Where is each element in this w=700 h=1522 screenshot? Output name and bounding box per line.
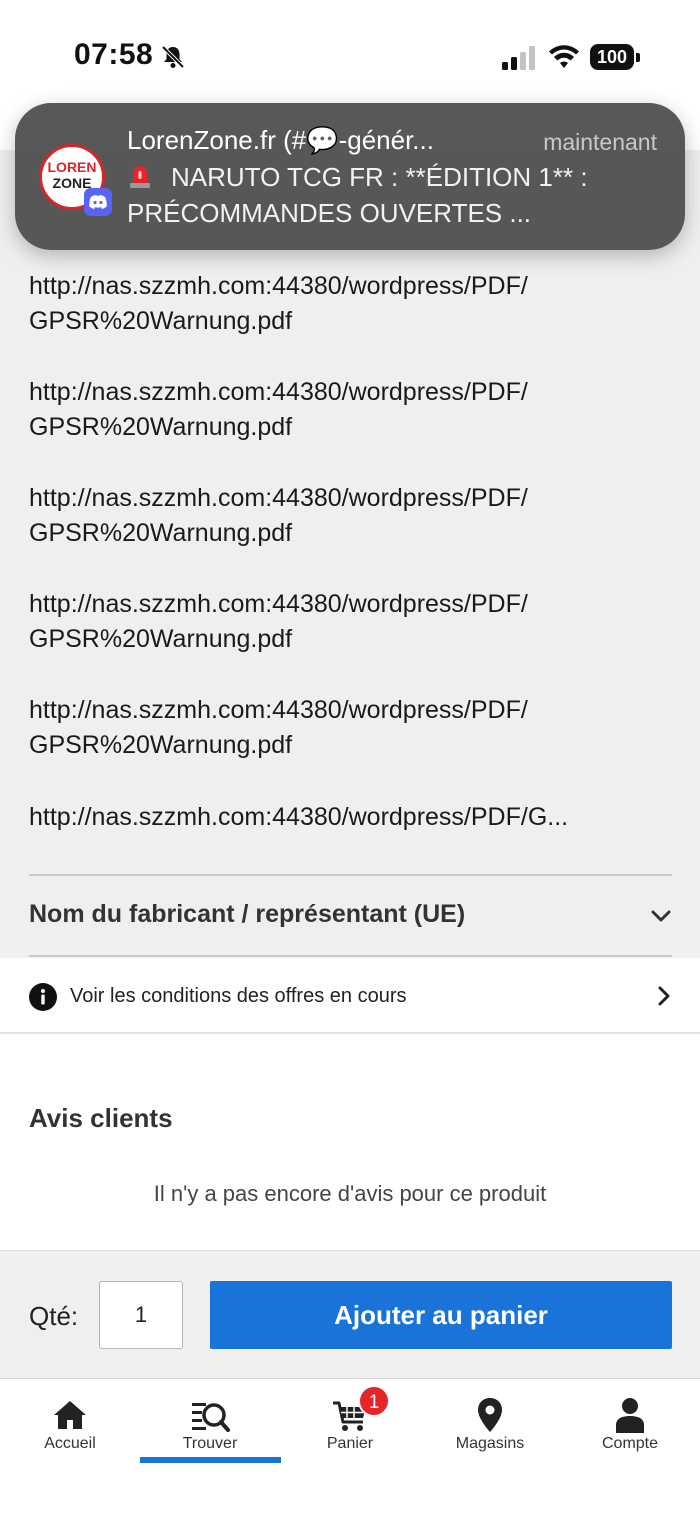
nav-label: Magasins — [455, 1435, 525, 1452]
status-time: 07:58 — [74, 38, 154, 71]
pdf-link[interactable]: http://nas.szzmh.com:44380/wordpress/PDF… — [29, 375, 669, 445]
notification-body: NARUTO TCG FR : **ÉDITION 1** : PRÉCOMMA… — [127, 159, 657, 231]
home-icon — [54, 1401, 86, 1429]
battery-icon: 100 — [590, 44, 640, 70]
signal-icon — [502, 46, 535, 70]
push-notification[interactable]: LOREN ZONE LorenZone.fr (#💬-génér... mai… — [15, 103, 685, 250]
notification-body-text: NARUTO TCG FR : **ÉDITION 1** : PRÉCOMMA… — [127, 162, 588, 228]
nav-item-panier[interactable]: 1 Panier — [280, 1379, 420, 1479]
nav-item-compte[interactable]: Compte — [560, 1379, 700, 1479]
pdf-link[interactable]: http://nas.szzmh.com:44380/wordpress/PDF… — [29, 800, 661, 835]
pdf-link[interactable]: http://nas.szzmh.com:44380/wordpress/PDF… — [29, 269, 669, 339]
user-icon — [616, 1398, 644, 1433]
avatar-text: LOREN — [47, 159, 97, 175]
active-tab-indicator — [140, 1457, 281, 1463]
bell-muted-icon — [161, 45, 185, 69]
quantity-label: Qté: — [29, 1301, 79, 1331]
offers-conditions-row[interactable]: Voir les conditions des offres en cours — [0, 958, 700, 1034]
nav-item-accueil[interactable]: Accueil — [0, 1379, 140, 1479]
reviews-title: Avis clients — [29, 1103, 173, 1133]
nav-item-trouver[interactable]: Trouver — [140, 1379, 280, 1479]
location-pin-icon — [478, 1398, 502, 1432]
add-to-cart-bar: Qté: Ajouter au panier — [0, 1250, 700, 1378]
siren-icon — [130, 166, 150, 188]
nav-label: Accueil — [44, 1435, 96, 1452]
status-bar: 07:58 100 — [0, 0, 700, 118]
search-list-icon — [192, 1403, 230, 1432]
discord-icon — [84, 188, 112, 216]
notification-title: LorenZone.fr (#💬-génér... — [127, 125, 434, 155]
manufacturer-label: Nom du fabricant / représentant (UE) — [29, 900, 466, 928]
wifi-icon — [549, 45, 579, 68]
divider — [29, 955, 672, 957]
info-icon — [29, 983, 57, 1011]
chevron-right-icon — [658, 986, 670, 1006]
reviews-empty-message: Il n'y a pas encore d'avis pour ce produ… — [153, 1181, 547, 1206]
nav-item-magasins[interactable]: Magasins — [420, 1379, 560, 1479]
battery-level: 100 — [590, 44, 634, 70]
nav-label: Compte — [601, 1435, 659, 1452]
add-to-cart-button[interactable]: Ajouter au panier — [210, 1281, 672, 1349]
quantity-input[interactable] — [99, 1281, 183, 1349]
bottom-nav: Accueil Trouver 1 Panier Magasins Compte — [0, 1378, 700, 1522]
notification-time: maintenant — [543, 129, 657, 155]
offers-label: Voir les conditions des offres en cours — [70, 985, 407, 1007]
manufacturer-accordion[interactable]: Nom du fabricant / représentant (UE) — [29, 876, 672, 956]
chevron-down-icon — [651, 910, 671, 922]
pdf-link[interactable]: http://nas.szzmh.com:44380/wordpress/PDF… — [29, 587, 669, 657]
cart-count-badge: 1 — [358, 1385, 390, 1417]
nav-label: Panier — [326, 1435, 374, 1452]
nav-label: Trouver — [182, 1435, 238, 1452]
documents-section: http://nas.szzmh.com:44380/wordpress/PDF… — [0, 150, 700, 958]
pdf-link[interactable]: http://nas.szzmh.com:44380/wordpress/PDF… — [29, 693, 669, 763]
pdf-link[interactable]: http://nas.szzmh.com:44380/wordpress/PDF… — [29, 481, 669, 551]
